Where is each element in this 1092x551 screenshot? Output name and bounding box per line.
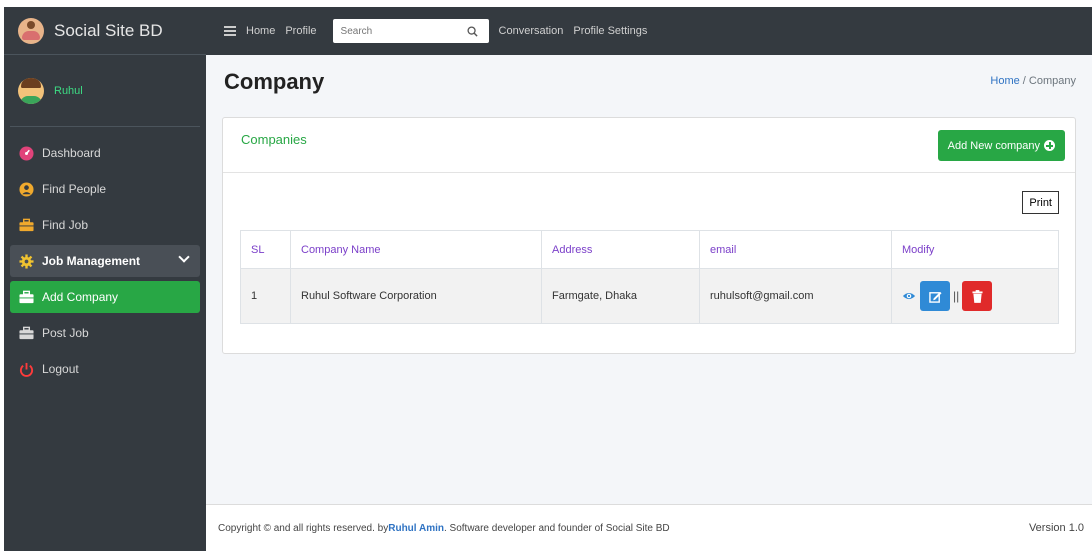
sidebar-item-post-job[interactable]: Post Job xyxy=(10,317,200,349)
user-panel[interactable]: Ruhul xyxy=(10,55,200,127)
nav-conversation-link[interactable]: Conversation xyxy=(499,25,564,37)
nav-home-link[interactable]: Home xyxy=(246,25,275,37)
main-content: Company Home / Company Companies Add New… xyxy=(206,55,1092,504)
sidebar-item-dashboard[interactable]: Dashboard xyxy=(10,137,200,169)
sidebar: Social Site BD Ruhul Dashboard Find Peop… xyxy=(4,7,206,551)
sidebar-item-label: Job Management xyxy=(42,254,141,268)
column-header-modify: Modify xyxy=(891,230,1059,269)
sidebar-item-logout[interactable]: Logout xyxy=(10,353,200,385)
sidebar-item-label: Add Company xyxy=(42,290,119,304)
companies-table: SL Company Name Address email Modify 1 R… xyxy=(240,230,1059,324)
cell-modify: || xyxy=(891,268,1059,324)
add-new-company-button[interactable]: Add New company xyxy=(937,130,1065,161)
footer-copyright-prefix: Copyright © and all rights reserved. by xyxy=(218,522,389,534)
sidebar-item-label: Logout xyxy=(42,362,79,376)
top-navbar: Home Profile Conversation Profile Settin… xyxy=(206,7,1092,55)
edit-icon xyxy=(928,291,942,303)
search-input[interactable] xyxy=(332,20,461,42)
user-name: Ruhul xyxy=(54,84,83,97)
power-icon xyxy=(18,361,34,377)
table-row: 1 Ruhul Software Corporation Farmgate, D… xyxy=(240,268,1059,324)
sidebar-item-label: Find People xyxy=(42,182,107,196)
modify-actions: || xyxy=(902,281,1058,311)
card-header: Companies Add New company xyxy=(223,118,1075,173)
footer-version: Version 1.0 xyxy=(1028,522,1084,534)
add-new-company-label: Add New company xyxy=(947,139,1040,152)
sidebar-item-find-people[interactable]: Find People xyxy=(10,173,200,205)
action-separator: || xyxy=(953,289,960,303)
briefcase-icon xyxy=(18,217,34,233)
footer-copyright-suffix: . Software developer and founder of Soci… xyxy=(443,522,670,534)
avatar xyxy=(18,77,44,104)
sidebar-item-label: Post Job xyxy=(42,326,89,340)
cell-sl: 1 xyxy=(240,268,291,324)
eye-icon[interactable] xyxy=(902,289,916,303)
column-header-email: email xyxy=(699,230,892,269)
column-header-address: Address xyxy=(541,230,700,269)
cell-address: Farmgate, Dhaka xyxy=(541,268,700,324)
app-window: Social Site BD Ruhul Dashboard Find Peop… xyxy=(0,0,1092,551)
breadcrumb-home-link[interactable]: Home xyxy=(990,75,1019,87)
brand-logo-icon xyxy=(18,17,44,44)
sidebar-item-label: Dashboard xyxy=(42,146,101,160)
breadcrumb-separator: / xyxy=(1022,75,1026,87)
footer: Copyright © and all rights reserved. by … xyxy=(206,504,1092,551)
table-header-row: SL Company Name Address email Modify xyxy=(240,230,1059,269)
brand-title: Social Site BD xyxy=(54,20,163,40)
sidebar-nav: Dashboard Find People Find Job Job Manag… xyxy=(4,127,206,385)
briefcase-icon xyxy=(18,289,34,305)
gear-icon xyxy=(18,253,34,269)
breadcrumb-current: Company xyxy=(1028,75,1076,87)
sidebar-item-label: Find Job xyxy=(42,218,89,232)
briefcase-icon xyxy=(18,325,34,341)
companies-card: Companies Add New company Print SL Compa… xyxy=(222,117,1076,354)
chevron-down-icon xyxy=(178,251,190,263)
footer-author-link[interactable]: Ruhul Amin xyxy=(388,523,444,534)
cell-email: ruhulsoft@gmail.com xyxy=(699,268,892,324)
edit-button[interactable] xyxy=(920,281,950,311)
column-header-company-name: Company Name xyxy=(290,230,542,269)
nav-profile-settings-link[interactable]: Profile Settings xyxy=(573,25,647,37)
sidebar-item-find-job[interactable]: Find Job xyxy=(10,209,200,241)
breadcrumb: Home / Company xyxy=(990,75,1076,87)
search-icon[interactable] xyxy=(461,20,485,42)
page-title: Company xyxy=(224,69,325,94)
card-title: Companies xyxy=(241,132,307,147)
sidebar-item-job-management[interactable]: Job Management xyxy=(10,245,200,277)
search-box xyxy=(332,19,489,43)
sidebar-item-add-company[interactable]: Add Company xyxy=(10,281,200,313)
trash-icon xyxy=(972,289,983,303)
print-button[interactable]: Print xyxy=(1022,191,1059,214)
dashboard-icon xyxy=(18,145,34,161)
delete-button[interactable] xyxy=(962,281,993,311)
column-header-sl: SL xyxy=(240,230,291,269)
hamburger-menu-icon[interactable] xyxy=(224,26,236,36)
plus-circle-icon xyxy=(1044,140,1055,151)
brand[interactable]: Social Site BD xyxy=(4,7,206,55)
cell-company-name: Ruhul Software Corporation xyxy=(290,268,542,324)
nav-profile-link[interactable]: Profile xyxy=(285,25,316,37)
user-circle-icon xyxy=(18,181,34,197)
